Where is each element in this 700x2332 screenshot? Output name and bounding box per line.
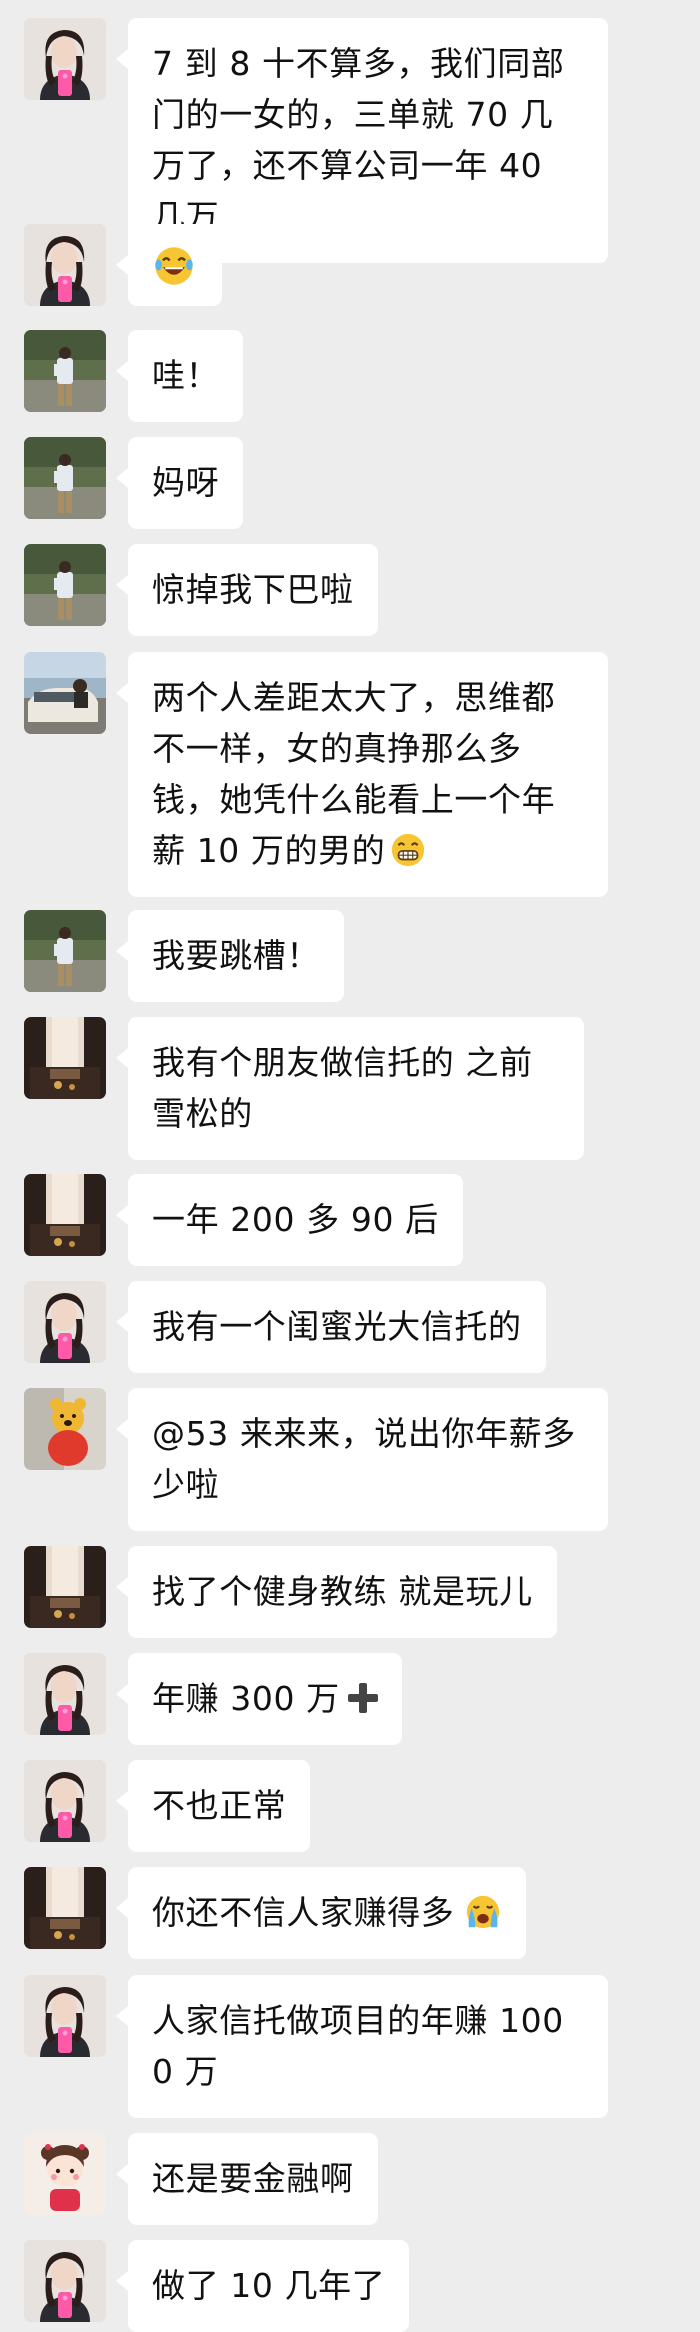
avatar[interactable] (24, 1281, 106, 1363)
message-bubble[interactable]: 还是要金融啊 (116, 2133, 378, 2225)
chat-message: 你还不信人家赚得多 (24, 1867, 527, 1959)
chat-message: @53 来来来，说出你年薪多少啦 (24, 1388, 608, 1531)
message-bubble[interactable]: 做了 10 几年了 (115, 2240, 410, 2332)
avatar[interactable] (24, 544, 106, 626)
avatar[interactable] (24, 18, 106, 100)
avatar[interactable] (24, 2240, 106, 2322)
avatar[interactable] (24, 2133, 106, 2215)
avatar[interactable] (24, 1760, 106, 1842)
message-text: 我有个朋友做信托的 之前雪松的 (152, 1043, 533, 1133)
avatar-photo-woman (24, 1760, 106, 1842)
chat-message: 一年 200 多 90 后 (24, 1174, 463, 1266)
message-text: 还是要金融啊 (152, 2159, 354, 2198)
chat-message: 哇！ (24, 330, 244, 422)
message-bubble[interactable]: 我有一个闺蜜光大信托的 (116, 1281, 546, 1373)
message-bubble[interactable]: 惊掉我下巴啦 (116, 544, 378, 636)
avatar-photo-woman (24, 18, 106, 100)
avatar-photo-car (24, 652, 106, 734)
message-bubble[interactable]: 妈呀 (115, 437, 244, 529)
message-bubble[interactable]: 哇！ (115, 330, 244, 422)
message-bubble[interactable]: 人家信托做项目的年赚 1000 万 (116, 1975, 608, 2118)
avatar[interactable] (24, 330, 106, 412)
avatar-photo-man (24, 437, 106, 519)
chat-message: 还是要金融啊 (24, 2133, 378, 2225)
avatar-photo-woman (24, 1975, 106, 2057)
message-text: 找了个健身教练 就是玩儿 (152, 1572, 533, 1611)
message-bubble[interactable]: 一年 200 多 90 后 (116, 1174, 463, 1266)
avatar[interactable] (24, 1653, 106, 1735)
message-text: 做了 10 几年了 (152, 2266, 386, 2305)
message-text: 一年 200 多 90 后 (152, 1200, 439, 1239)
avatar-photo-room (24, 1017, 106, 1099)
chat-message: 人家信托做项目的年赚 1000 万 (24, 1975, 608, 2118)
avatar-photo-man (24, 544, 106, 626)
chat-message: 不也正常 (24, 1760, 311, 1852)
chat-message: 我有一个闺蜜光大信托的 (24, 1281, 546, 1373)
avatar[interactable] (24, 910, 106, 992)
heavy-plus-icon (347, 1683, 378, 1713)
avatar-photo-room (24, 1867, 106, 1949)
chat-message: 我要跳槽！ (24, 910, 344, 1002)
avatar-photo-woman (24, 1653, 106, 1735)
avatar[interactable] (24, 1975, 106, 2057)
avatar[interactable] (24, 1174, 106, 1256)
avatar[interactable] (24, 224, 106, 306)
chat-message: 妈呀 (24, 437, 244, 529)
laugh-tears-emoji (155, 247, 193, 285)
avatar-photo-woman (24, 2240, 106, 2322)
avatar[interactable] (24, 652, 106, 734)
message-bubble[interactable]: 年赚 300 万 (116, 1653, 402, 1745)
message-text: 年赚 300 万 (152, 1679, 340, 1718)
avatar-photo-woman (24, 224, 106, 306)
message-bubble[interactable]: @53 来来来，说出你年薪多少啦 (116, 1388, 608, 1531)
message-text: 惊掉我下巴啦 (152, 570, 354, 609)
message-bubble[interactable]: 两个人差距太大了，思维都不一样，女的真挣那么多钱，她凭什么能看上一个年薪 10 … (116, 652, 608, 897)
message-bubble[interactable]: 我有个朋友做信托的 之前雪松的 (116, 1017, 584, 1160)
message-bubble[interactable]: 我要跳槽！ (116, 910, 344, 1002)
avatar[interactable] (24, 1017, 106, 1099)
avatar[interactable] (24, 1867, 106, 1949)
message-text: 我有一个闺蜜光大信托的 (152, 1307, 522, 1346)
message-text: 哇！ (152, 356, 220, 395)
avatar-photo-room (24, 1546, 106, 1628)
chat-message (24, 224, 222, 306)
chat-message: 惊掉我下巴啦 (24, 544, 378, 636)
avatar[interactable] (24, 1546, 106, 1628)
message-text: 人家信托做项目的年赚 1000 万 (152, 2001, 564, 2091)
chat-message: 我有个朋友做信托的 之前雪松的 (24, 1017, 584, 1160)
avatar-photo-man (24, 330, 106, 412)
message-bubble[interactable] (116, 224, 222, 306)
avatar-cartoon-girl (24, 2133, 106, 2215)
message-text: 两个人差距太大了，思维都不一样，女的真挣那么多钱，她凭什么能看上一个年薪 10 … (152, 678, 556, 870)
chat-message-list[interactable]: 7 到 8 十不算多，我们同部门的一女的，三单就 70 几万了，还不算公司一年 … (0, 0, 700, 2332)
avatar-photo-toy (24, 1388, 106, 1470)
message-bubble[interactable]: 找了个健身教练 就是玩儿 (116, 1546, 557, 1638)
crying-emoji (467, 1895, 500, 1929)
chat-message: 做了 10 几年了 (24, 2240, 410, 2332)
message-text: 7 到 8 十不算多，我们同部门的一女的，三单就 70 几万了，还不算公司一年 … (152, 44, 565, 236)
message-text: 妈呀 (152, 463, 220, 502)
chat-message: 年赚 300 万 (24, 1653, 402, 1745)
message-text: 我要跳槽！ (152, 936, 320, 975)
message-bubble[interactable]: 你还不信人家赚得多 (115, 1867, 527, 1959)
message-text: 不也正常 (152, 1786, 287, 1825)
avatar-photo-woman (24, 1281, 106, 1363)
avatar[interactable] (24, 437, 106, 519)
message-text: 你还不信人家赚得多 (152, 1893, 455, 1932)
chat-message: 两个人差距太大了，思维都不一样，女的真挣那么多钱，她凭什么能看上一个年薪 10 … (24, 652, 608, 897)
message-bubble[interactable]: 不也正常 (115, 1760, 311, 1852)
grin-emoji (392, 833, 425, 867)
avatar[interactable] (24, 1388, 106, 1470)
avatar-photo-room (24, 1174, 106, 1256)
message-text: @53 来来来，说出你年薪多少啦 (152, 1414, 576, 1504)
avatar-photo-man (24, 910, 106, 992)
chat-message: 找了个健身教练 就是玩儿 (24, 1546, 557, 1638)
